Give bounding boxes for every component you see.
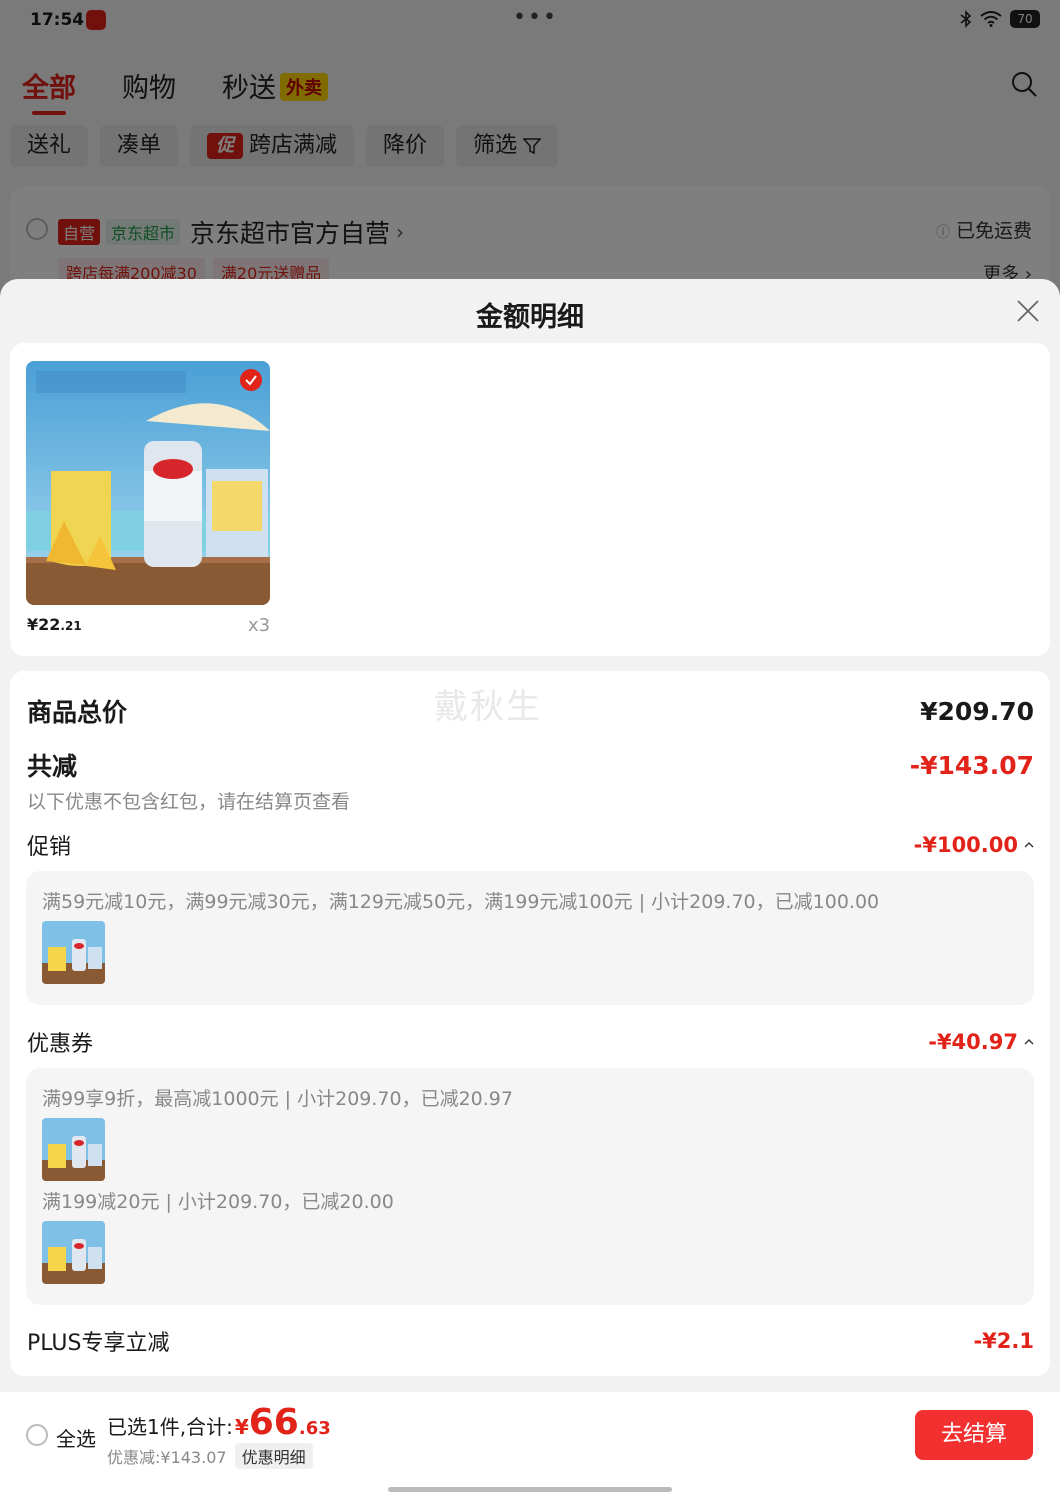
total-price-row: 商品总价 ¥209.70 xyxy=(27,693,1034,729)
plus-discount-value: -¥2.1 xyxy=(973,1329,1034,1353)
promotion-detail-box: 满59元减10元，满99元减30元，满129元减50元，满199元减100元 |… xyxy=(26,871,1034,1005)
total-discount-row: 共减 -¥143.07 xyxy=(27,747,1034,783)
discount-summary: 优惠减:¥143.07 优惠明细 xyxy=(107,1443,313,1469)
total-decimal: .63 xyxy=(298,1418,331,1439)
coupon-row[interactable]: 优惠券 -¥40.97 xyxy=(27,1026,1034,1058)
home-indicator[interactable] xyxy=(388,1487,672,1492)
checkout-button[interactable]: 去结算 xyxy=(915,1410,1033,1460)
plus-discount-label: PLUS专享立减 xyxy=(27,1331,170,1356)
amount-detail-sheet: 金额明细 ¥22.21 x3 戴秋生 商品总价 ¥209.70 共减 -¥143… xyxy=(0,279,1060,1392)
total-integer: 66 xyxy=(248,1402,299,1443)
product-quantity: x3 xyxy=(248,615,271,636)
promotion-value: -¥100.00 xyxy=(913,833,1018,857)
coupon-detail-text: 满99享9折，最高减1000元 | 小计209.70，已减20.97 xyxy=(42,1088,513,1110)
plus-discount-row: PLUS专享立减 -¥2.1 xyxy=(27,1325,1034,1357)
sheet-title: 金额明细 xyxy=(476,302,584,333)
currency-symbol: ¥ xyxy=(234,1415,249,1439)
product-thumbnail xyxy=(42,1221,105,1284)
price-int: ¥22 xyxy=(27,615,61,634)
selected-total: 已选1件,合计: ¥ 66 .63 xyxy=(107,1402,331,1443)
promotion-label: 促销 xyxy=(27,835,72,860)
discount-detail-button[interactable]: 优惠明细 xyxy=(234,1443,313,1469)
chevron-up-icon xyxy=(1024,842,1034,848)
total-price-value: ¥209.70 xyxy=(920,696,1034,726)
total-price-label: 商品总价 xyxy=(27,698,128,727)
promotion-value-wrap: -¥100.00 xyxy=(914,833,1034,857)
select-all-radio[interactable] xyxy=(26,1424,48,1446)
product-thumbnail xyxy=(42,1118,105,1181)
discount-note: 以下优惠不包含红包，请在结算页查看 xyxy=(27,791,351,813)
close-icon[interactable] xyxy=(1016,299,1040,323)
total-discount-label: 共减 xyxy=(27,752,78,781)
coupon-detail-text: 满199减20元 | 小计209.70，已减20.00 xyxy=(42,1191,394,1213)
product-card: ¥22.21 x3 xyxy=(10,343,1050,656)
coupon-label: 优惠券 xyxy=(27,1032,94,1057)
selected-count-text: 已选1件,合计: xyxy=(107,1415,233,1439)
checkout-bar: 全选 已选1件,合计: ¥ 66 .63 优惠减:¥143.07 优惠明细 去结… xyxy=(0,1392,1060,1500)
product-image[interactable] xyxy=(26,361,270,605)
select-all-label[interactable]: 全选 xyxy=(56,1423,96,1452)
product-price: ¥22.21 xyxy=(27,615,82,634)
check-icon[interactable] xyxy=(240,369,262,391)
discount-summary-text: 优惠减:¥143.07 xyxy=(107,1448,227,1467)
coupon-detail-box: 满99享9折，最高减1000元 | 小计209.70，已减20.97 满199减… xyxy=(26,1068,1034,1305)
product-thumbnail xyxy=(42,921,105,984)
promotion-detail-text: 满59元减10元，满99元减30元，满129元减50元，满199元减100元 |… xyxy=(42,891,880,913)
coupon-value: -¥40.97 xyxy=(928,1030,1018,1054)
coupon-value-wrap: -¥40.97 xyxy=(928,1030,1034,1054)
promotion-row[interactable]: 促销 -¥100.00 xyxy=(27,829,1034,861)
total-discount-value: -¥143.07 xyxy=(909,750,1034,780)
chevron-up-icon xyxy=(1024,1039,1034,1045)
price-dec: .21 xyxy=(60,619,82,633)
price-breakdown-card: 戴秋生 商品总价 ¥209.70 共减 -¥143.07 以下优惠不包含红包，请… xyxy=(10,671,1050,1376)
